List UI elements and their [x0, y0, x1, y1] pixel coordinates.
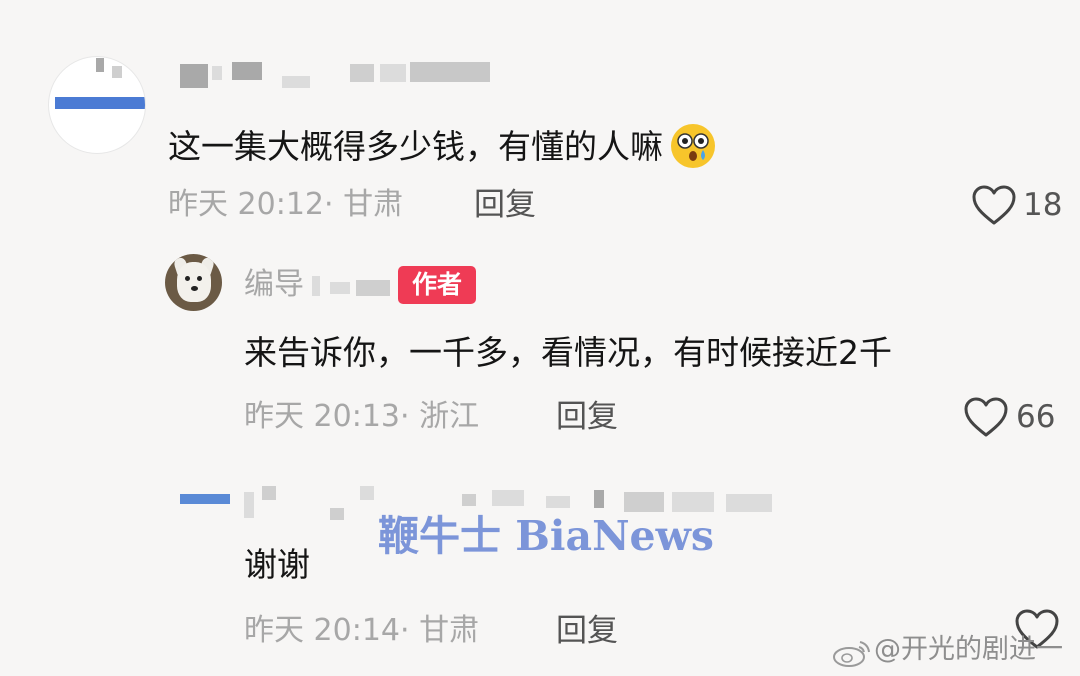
reply-button[interactable]: 回复: [556, 616, 618, 647]
weibo-logo-icon: [833, 641, 870, 667]
comment-text: 来告诉你，一千多，看情况，有时候接近2千: [244, 333, 892, 372]
comment-text: 谢谢: [244, 545, 310, 584]
comment-meta: 昨天 20:12· 甘肃: [168, 187, 404, 222]
comment-location: 甘肃: [419, 613, 480, 648]
author-badge: 作者: [398, 266, 476, 304]
comment-meta: 昨天 20:14· 甘肃: [244, 613, 480, 648]
astonished-face-icon: [669, 122, 717, 170]
like-count: 66: [1016, 399, 1056, 435]
like-count: 18: [1023, 187, 1063, 223]
comment-location: 甘肃: [343, 187, 404, 222]
avatar-blur-stripe: [55, 97, 145, 109]
author-avatar[interactable]: [165, 254, 222, 311]
heart-outline-icon[interactable]: [971, 184, 1017, 226]
watermark: 鞭牛士 BiaNews: [378, 512, 715, 560]
author-name[interactable]: 编导: [244, 270, 304, 300]
comment-time: 昨天 20:14: [244, 613, 400, 648]
comment-meta: 昨天 20:13· 浙江: [244, 399, 480, 434]
comment-text: 这一集大概得多少钱，有懂的人嘛: [168, 122, 717, 170]
heart-outline-icon[interactable]: [963, 396, 1009, 438]
weibo-handle: @开光的剧进一: [874, 634, 1063, 665]
reply-button[interactable]: 回复: [556, 402, 618, 433]
comment-time: 昨天 20:12: [168, 187, 324, 222]
reply-button[interactable]: 回复: [474, 190, 536, 221]
comment-time: 昨天 20:13: [244, 399, 400, 434]
comment-location: 浙江: [419, 399, 480, 434]
